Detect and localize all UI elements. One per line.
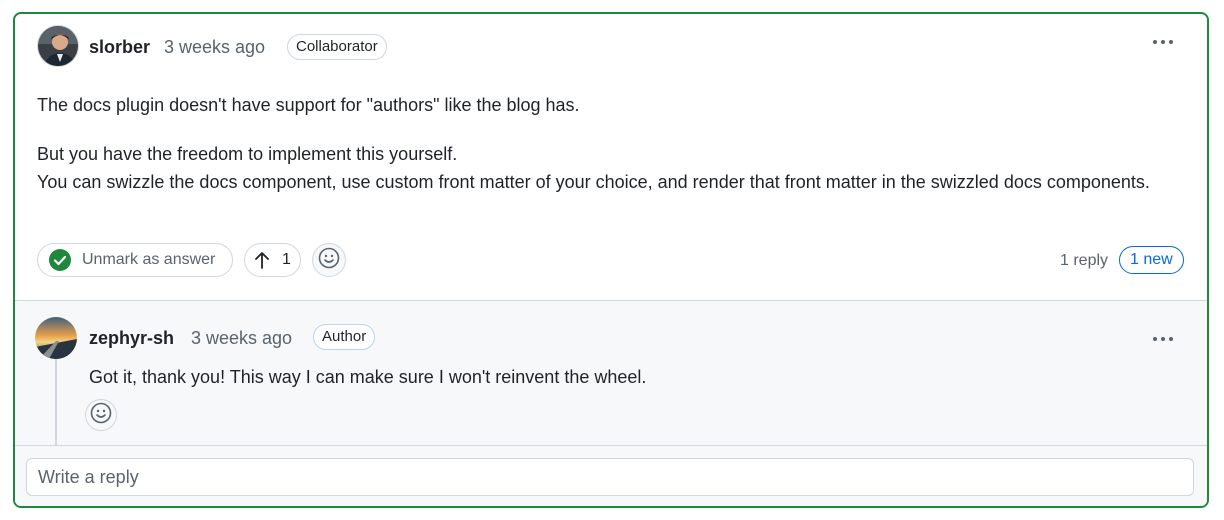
reply-avatar[interactable]: [35, 317, 77, 359]
reply-count[interactable]: 1 reply: [1060, 252, 1108, 270]
dot: [1153, 40, 1157, 44]
reply-more-options-button[interactable]: [1147, 327, 1179, 351]
comment-timestamp[interactable]: 3 weeks ago: [164, 37, 265, 58]
smiley-icon: [90, 402, 112, 429]
comment-paragraph-2-line-2: You can swizzle the docs component, use …: [37, 172, 1150, 192]
dot: [1161, 337, 1165, 341]
comment-paragraph-2-line-1: But you have the freedom to implement th…: [37, 144, 458, 164]
arrow-up-icon: [254, 251, 270, 269]
reply-comment: zephyr-sh 3 weeks ago Author Got it, tha…: [15, 300, 1207, 447]
check-circle-icon: [49, 249, 71, 271]
reply-text: Got it, thank you! This way I can make s…: [89, 367, 647, 387]
reply-input[interactable]: [26, 458, 1194, 496]
dot: [1169, 40, 1173, 44]
unmark-answer-label: Unmark as answer: [82, 251, 216, 268]
comment-author-username[interactable]: slorber: [89, 37, 150, 58]
new-replies-badge[interactable]: 1 new: [1119, 246, 1184, 274]
upvote-button[interactable]: 1: [244, 243, 301, 277]
main-comment: slorber 3 weeks ago Collaborator The doc…: [15, 14, 1207, 301]
more-options-button[interactable]: [1147, 30, 1179, 54]
add-reaction-button[interactable]: [312, 243, 346, 277]
dot: [1161, 40, 1165, 44]
avatar[interactable]: [37, 25, 79, 67]
dot: [1153, 337, 1157, 341]
dot: [1169, 337, 1173, 341]
author-badge: Author: [313, 324, 376, 350]
unmark-answer-button[interactable]: Unmark as answer: [37, 243, 233, 277]
comment-paragraph-1: The docs plugin doesn't have support for…: [37, 95, 580, 115]
discussion-comment-card: slorber 3 weeks ago Collaborator The doc…: [13, 12, 1209, 508]
reply-add-reaction-button[interactable]: [85, 399, 117, 431]
upvote-count: 1: [282, 251, 291, 268]
reply-composer: [15, 445, 1207, 506]
collaborator-badge: Collaborator: [287, 34, 387, 60]
reply-timestamp[interactable]: 3 weeks ago: [191, 328, 292, 349]
reply-author-username[interactable]: zephyr-sh: [89, 328, 174, 349]
smiley-icon: [318, 247, 340, 274]
